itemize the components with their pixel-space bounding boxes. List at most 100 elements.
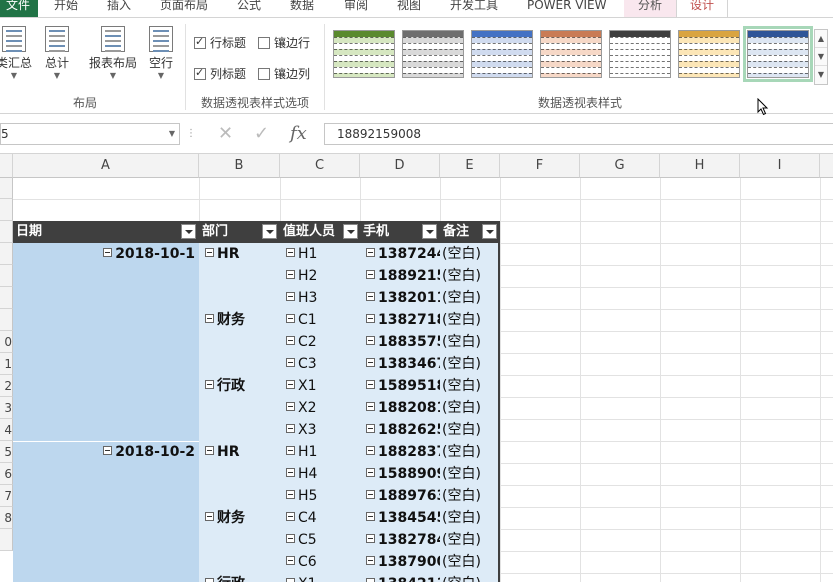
row-header[interactable]: 6 [0, 463, 13, 485]
pivot-phone-cell[interactable]: 1889763 [366, 485, 440, 507]
gallery-up-icon[interactable]: ▲ [815, 30, 827, 48]
collapse-icon[interactable] [205, 578, 214, 582]
pivot-note-cell[interactable]: (空白) [442, 529, 498, 551]
col-header-a[interactable]: A [13, 154, 199, 178]
chevron-down-icon[interactable]: ▼ [169, 124, 175, 144]
collapse-icon[interactable] [366, 490, 375, 499]
pivot-dept-cell[interactable]: HR [205, 243, 277, 265]
cancel-icon[interactable]: ✕ [218, 123, 233, 145]
formula-input[interactable]: 18892159008 [324, 123, 833, 145]
row-headers-checkbox[interactable]: 行标题 [194, 34, 246, 51]
pivot-note-cell[interactable]: (空白) [442, 265, 498, 287]
pivot-style-swatch[interactable] [678, 30, 740, 78]
pivot-phone-cell[interactable]: 1883575 [366, 331, 440, 353]
filter-dropdown-icon[interactable] [181, 224, 196, 239]
pivot-note-cell[interactable]: (空白) [442, 551, 498, 573]
collapse-icon[interactable] [286, 578, 295, 582]
col-header-b[interactable]: B [199, 154, 280, 178]
collapse-icon[interactable] [366, 314, 375, 323]
col-header-d[interactable]: D [360, 154, 440, 178]
tab-data[interactable]: 数据 [290, 0, 314, 17]
col-headers-checkbox[interactable]: 列标题 [194, 65, 246, 82]
insert-function-icon[interactable]: fx [290, 123, 307, 145]
pivot-staff-cell[interactable]: H1 [286, 243, 358, 265]
pivot-phone-cell[interactable]: 1382011 [366, 287, 440, 309]
name-box[interactable]: 5 ▼ [0, 123, 180, 145]
collapse-icon[interactable] [286, 402, 295, 411]
collapse-icon[interactable] [366, 556, 375, 565]
tab-power-view[interactable]: POWER VIEW [527, 0, 606, 17]
collapse-icon[interactable] [366, 512, 375, 521]
collapse-icon[interactable] [205, 446, 214, 455]
collapse-icon[interactable] [366, 292, 375, 301]
collapse-icon[interactable] [366, 402, 375, 411]
pivot-style-swatch[interactable] [609, 30, 671, 78]
pivot-staff-cell[interactable]: X2 [286, 397, 358, 419]
collapse-icon[interactable] [366, 534, 375, 543]
collapse-icon[interactable] [286, 512, 295, 521]
row-header[interactable] [0, 309, 13, 331]
banded-rows-checkbox[interactable]: 镶边行 [258, 34, 310, 51]
row-header[interactable]: 7 [0, 485, 13, 507]
gallery-more-icon[interactable]: ▼ [815, 66, 827, 84]
resize-handle-icon[interactable]: ⋮ [186, 123, 196, 145]
row-header[interactable]: 8 [0, 507, 13, 529]
pivot-date-cell[interactable]: 2018-10-1 [13, 243, 195, 265]
filter-dropdown-icon[interactable] [262, 224, 277, 239]
tab-file[interactable]: 文件 [0, 0, 38, 17]
row-header[interactable]: 0 [0, 331, 13, 353]
pivot-phone-cell[interactable]: 1882837 [366, 441, 440, 463]
pivot-phone-cell[interactable]: 1382718 [366, 309, 440, 331]
pivot-note-cell[interactable]: (空白) [442, 243, 498, 265]
col-header-h[interactable]: H [660, 154, 740, 178]
subtotals-button[interactable]: 类汇总 ▼ [0, 26, 34, 80]
pivot-note-cell[interactable]: (空白) [442, 485, 498, 507]
pivot-phone-cell[interactable]: 1882625 [366, 419, 440, 441]
pivot-note-cell[interactable]: (空白) [442, 463, 498, 485]
col-header-j[interactable] [820, 154, 833, 178]
collapse-icon[interactable] [205, 380, 214, 389]
collapse-icon[interactable] [286, 292, 295, 301]
pivot-note-cell[interactable]: (空白) [442, 419, 498, 441]
col-header-c[interactable]: C [280, 154, 360, 178]
pivot-phone-cell[interactable]: 1882081 [366, 397, 440, 419]
pivot-phone-cell[interactable]: 1589518 [366, 375, 440, 397]
collapse-icon[interactable] [205, 248, 214, 257]
collapse-icon[interactable] [286, 556, 295, 565]
pivot-style-swatch[interactable] [743, 26, 813, 82]
pivot-staff-cell[interactable]: C4 [286, 507, 358, 529]
pivot-staff-cell[interactable]: C2 [286, 331, 358, 353]
filter-dropdown-icon[interactable] [422, 224, 437, 239]
row-header[interactable] [0, 287, 13, 309]
filter-dropdown-icon[interactable] [482, 224, 497, 239]
pivot-phone-cell[interactable]: 1889215 [366, 265, 440, 287]
pivot-staff-cell[interactable]: C5 [286, 529, 358, 551]
pivot-phone-cell[interactable]: 1384545 [366, 507, 440, 529]
pivot-style-swatch[interactable] [333, 30, 395, 78]
collapse-icon[interactable] [103, 248, 113, 257]
pivot-phone-cell[interactable]: 1387900 [366, 551, 440, 573]
tab-home[interactable]: 开始 [54, 0, 78, 17]
grand-totals-button[interactable]: 总计 ▼ [40, 26, 74, 80]
banded-cols-checkbox[interactable]: 镶边列 [258, 65, 310, 82]
collapse-icon[interactable] [286, 336, 295, 345]
pivot-phone-cell[interactable]: 1387244 [366, 243, 440, 265]
blank-rows-button[interactable]: 空行 ▼ [144, 26, 178, 80]
pivot-note-cell[interactable]: (空白) [442, 353, 498, 375]
collapse-icon[interactable] [205, 314, 214, 323]
pivot-dept-cell[interactable]: 行政 [205, 375, 277, 397]
select-all-corner[interactable] [0, 154, 13, 178]
report-layout-button[interactable]: 报表布局 ▼ [86, 26, 140, 80]
enter-icon[interactable]: ✓ [254, 123, 269, 145]
col-header-f[interactable]: F [500, 154, 580, 178]
pivot-phone-cell[interactable]: 1382784 [366, 529, 440, 551]
tab-analyze[interactable]: 分析 [624, 0, 676, 17]
pivot-style-swatch[interactable] [402, 30, 464, 78]
row-header[interactable] [0, 529, 13, 551]
row-header[interactable] [0, 199, 13, 221]
collapse-icon[interactable] [366, 336, 375, 345]
pivot-staff-cell[interactable]: H1 [286, 441, 358, 463]
pivot-staff-cell[interactable]: H4 [286, 463, 358, 485]
pivot-phone-cell[interactable]: 1383467 [366, 353, 440, 375]
collapse-icon[interactable] [366, 578, 375, 582]
